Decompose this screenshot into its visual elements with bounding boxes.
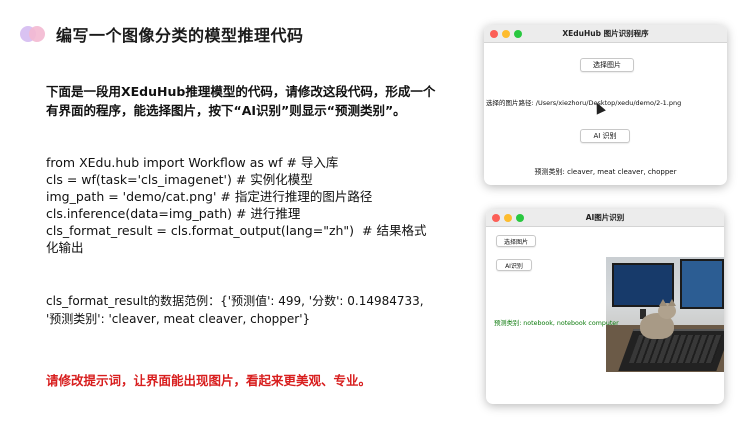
image-path-label: 选择的图片路径: /Users/xiezhoru/Desktop/xedu/de…: [486, 99, 682, 107]
prediction-result-label: 预测类别: cleaver, meat cleaver, chopper: [534, 168, 677, 176]
prediction-result-label: 预测类别: notebook, notebook computer: [494, 320, 619, 327]
code-line: img_path = 'demo/cat.png' # 指定进行推理的图片路径: [46, 189, 373, 204]
code-line: cls.inference(data=img_path) # 进行推理: [46, 206, 301, 221]
ai-recognize-button[interactable]: AI识别: [496, 259, 532, 271]
minimize-icon[interactable]: [504, 214, 512, 222]
select-image-button[interactable]: 选择图片: [496, 235, 536, 247]
slide-title: 编写一个图像分类的模型推理代码: [56, 26, 304, 45]
app-window-2: AI图片识别 选择图片 AI识别 预测类别: notebook, noteboo…: [486, 209, 724, 404]
preview-image: [606, 257, 724, 372]
ai-recognize-button[interactable]: AI 识别: [580, 129, 630, 143]
minimize-icon[interactable]: [502, 30, 510, 38]
code-line: cls = wf(task='cls_imagenet') # 实例化模型: [46, 172, 313, 187]
window-titlebar: AI图片识别: [486, 209, 724, 227]
close-icon[interactable]: [490, 30, 498, 38]
app-window-1: XEduHub 图片识别程序 选择图片 选择的图片路径: /Users/xiez…: [484, 25, 727, 185]
request-text: 请修改提示词，让界面能出现图片，看起来更美观、专业。: [46, 373, 372, 388]
bullet-circles-icon: [18, 24, 46, 44]
example-output-text: cls_format_result的数据范例：{'预测值': 499, '分数'…: [46, 294, 424, 326]
select-image-button[interactable]: 选择图片: [580, 58, 634, 72]
slide: 编写一个图像分类的模型推理代码 下面是一段用XEduHub推理模型的代码，请修改…: [0, 0, 755, 424]
maximize-icon[interactable]: [516, 214, 524, 222]
window-titlebar: XEduHub 图片识别程序: [484, 25, 727, 43]
maximize-icon[interactable]: [514, 30, 522, 38]
code-line: cls_format_result = cls.format_output(la…: [46, 223, 427, 255]
close-icon[interactable]: [492, 214, 500, 222]
slide-header: 编写一个图像分类的模型推理代码: [18, 22, 304, 46]
intro-text: 下面是一段用XEduHub推理模型的代码，请修改这段代码，形成一个有界面的程序，…: [46, 84, 436, 118]
code-line: from XEdu.hub import Workflow as wf # 导入…: [46, 155, 339, 170]
code-block: from XEdu.hub import Workflow as wf # 导入…: [46, 154, 436, 256]
